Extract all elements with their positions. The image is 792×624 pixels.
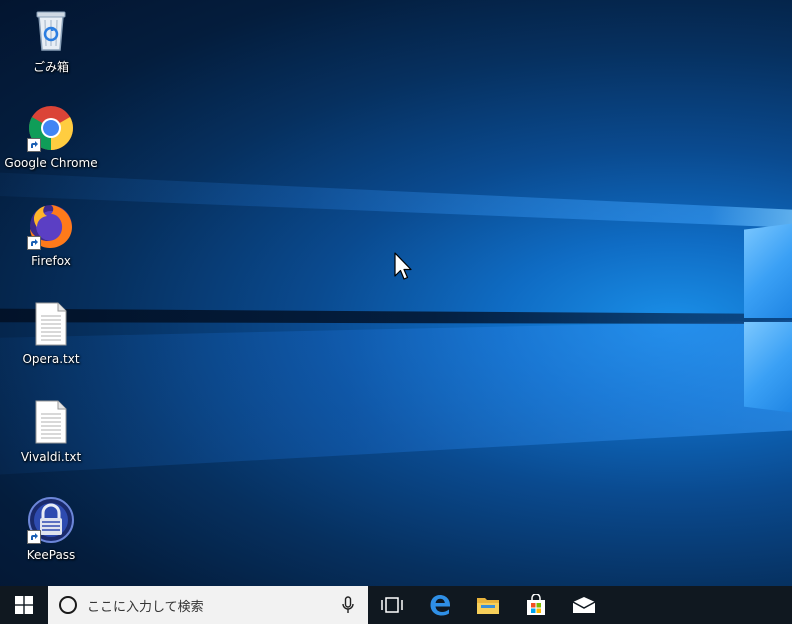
file-explorer-icon <box>477 598 499 614</box>
mouse-cursor-icon <box>394 252 412 280</box>
text-file-icon <box>27 398 75 446</box>
shortcut-arrow-icon <box>27 138 41 152</box>
mail-button[interactable] <box>560 586 608 624</box>
taskbar-search-box[interactable]: ここに入力して検索 <box>48 586 368 624</box>
desktop-icon-firefox[interactable]: Firefox <box>2 200 100 290</box>
desktop-icon-opera-txt[interactable]: Opera.txt <box>2 298 100 388</box>
desktop-icon-label: ごみ箱 <box>32 60 69 74</box>
search-placeholder: ここに入力して検索 <box>87 599 204 615</box>
store-button[interactable] <box>512 586 560 624</box>
desktop-icon-vivaldi-txt[interactable]: Vivaldi.txt <box>2 396 100 486</box>
edge-button[interactable] <box>416 586 464 624</box>
store-icon <box>527 594 545 615</box>
cortana-icon <box>59 596 77 614</box>
desktop-icon-recycle-bin[interactable]: ごみ箱 <box>2 4 100 94</box>
shortcut-arrow-icon <box>27 236 41 250</box>
task-view-icon <box>381 597 403 613</box>
keepass-icon <box>27 496 75 544</box>
desktop-icon-google-chrome[interactable]: Google Chrome <box>2 102 100 192</box>
light-beam-low <box>0 320 792 480</box>
shortcut-arrow-icon <box>27 530 41 544</box>
desktop-icon-label: KeePass <box>26 548 76 562</box>
desktop-icon-label: Vivaldi.txt <box>20 450 82 464</box>
desktop-icon-label: Opera.txt <box>22 352 80 366</box>
windows-logo-wallpaper <box>740 210 792 414</box>
light-beam-top <box>0 168 792 228</box>
file-explorer-button[interactable] <box>464 586 512 624</box>
taskbar: ここに入力して検索 <box>0 586 792 624</box>
mail-icon <box>572 597 596 613</box>
chrome-icon <box>27 104 75 152</box>
edge-icon <box>430 595 450 616</box>
desktop-icon-label: Google Chrome <box>4 156 98 170</box>
task-view-button[interactable] <box>368 586 416 624</box>
desktop-icon-keepass[interactable]: KeePass <box>2 494 100 584</box>
recycle-bin-icon <box>27 6 75 54</box>
text-file-icon <box>27 300 75 348</box>
desktop-background[interactable]: ごみ箱 Google Chrome Firefox Opera.txt Viva… <box>0 0 792 586</box>
microphone-icon[interactable] <box>342 596 354 614</box>
windows-start-icon <box>15 596 33 614</box>
start-button[interactable] <box>0 586 48 624</box>
firefox-icon <box>27 202 75 250</box>
desktop-icon-label: Firefox <box>31 254 71 268</box>
